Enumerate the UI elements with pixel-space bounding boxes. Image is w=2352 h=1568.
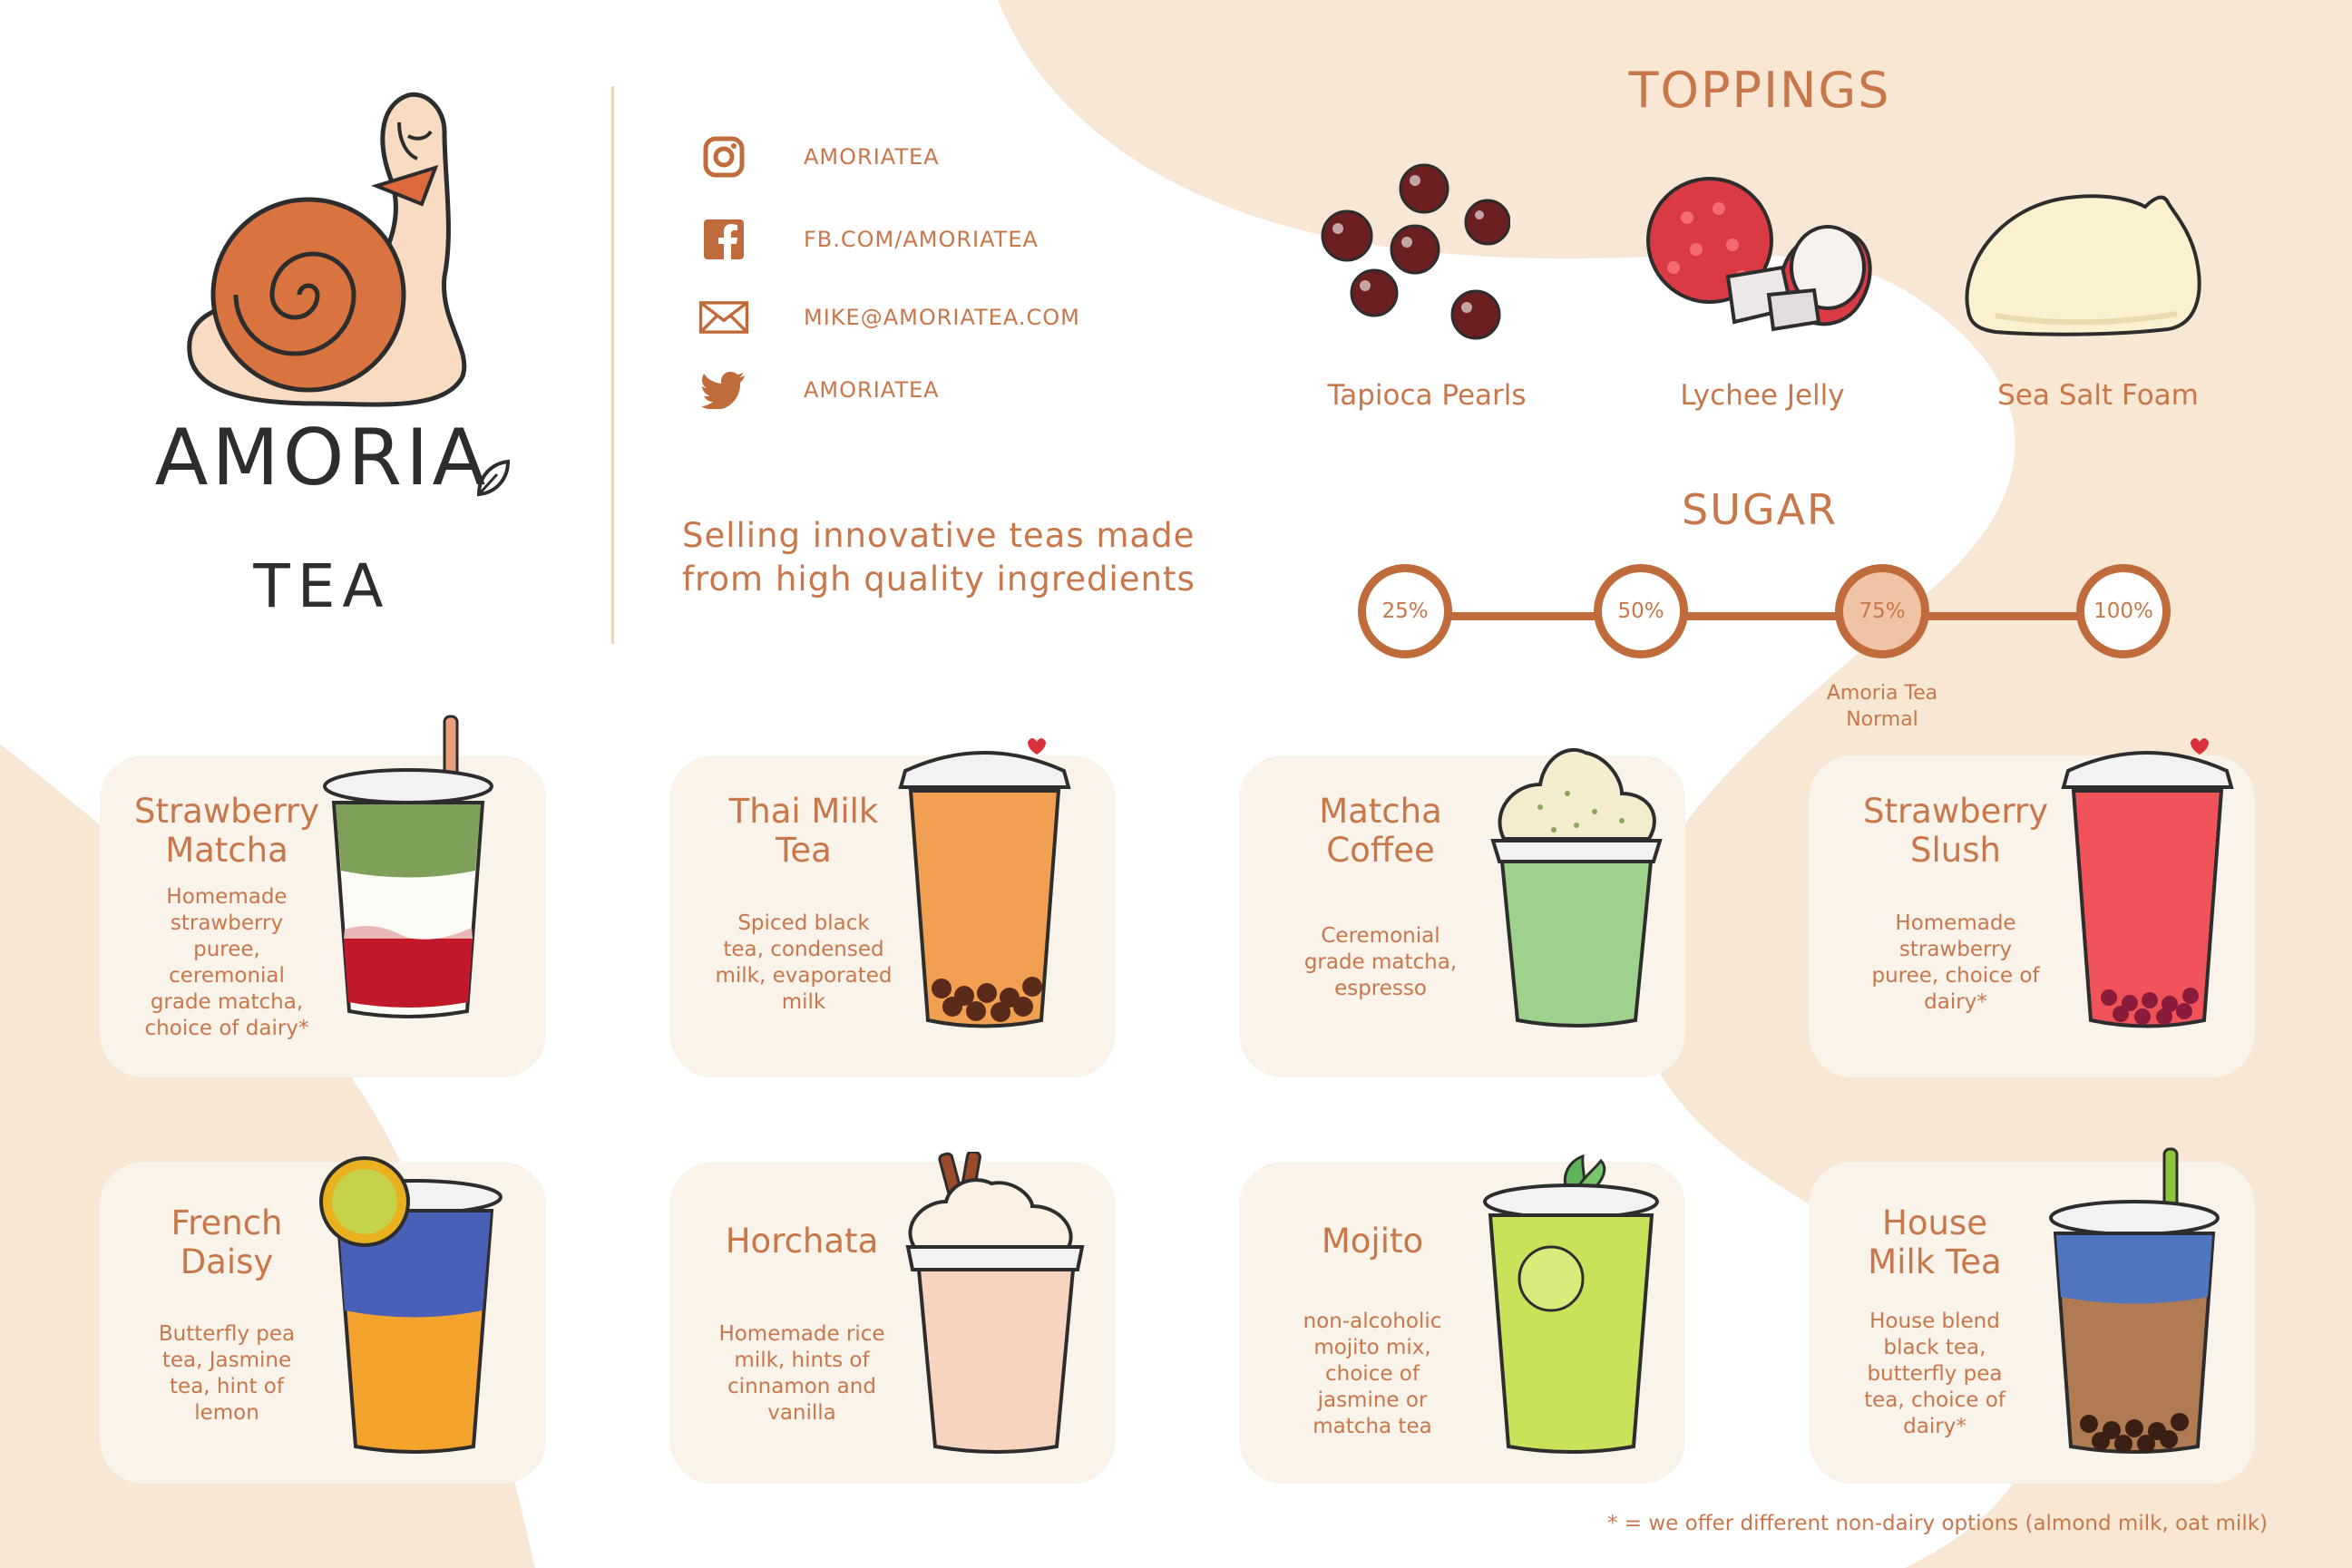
drink-title: Strawberry Matcha bbox=[133, 792, 320, 870]
instagram-handle[interactable]: AMORIATEA bbox=[804, 144, 940, 170]
sugar-level-75[interactable]: 75% bbox=[1835, 564, 1929, 658]
contact-email[interactable]: MIKE@AMORIATEA.COM bbox=[698, 290, 1080, 345]
drink-title: Thai Milk Tea bbox=[728, 792, 879, 870]
sugar-level-50[interactable]: 50% bbox=[1594, 564, 1688, 658]
envelope-icon bbox=[698, 292, 749, 343]
drink-title: Mojito bbox=[1321, 1222, 1424, 1261]
snail-logo bbox=[187, 92, 467, 407]
drink-description: Spiced black tea, condensed milk, evaporat… bbox=[715, 911, 893, 1014]
contact-twitter[interactable]: AMORIATEA bbox=[698, 363, 940, 417]
strawberry-slush-cup-icon bbox=[2061, 738, 2234, 1028]
drink-description: non-alcoholic mojito mix, choice of jasmine… bbox=[1303, 1310, 1442, 1438]
twitter-icon bbox=[698, 365, 749, 415]
sugar-track bbox=[1401, 612, 2127, 620]
strawberry-matcha-cup-icon bbox=[323, 715, 493, 1018]
brand-name: AMORIA bbox=[154, 413, 490, 503]
sugar-heading: SUGAR bbox=[1682, 485, 1838, 534]
vertical-divider bbox=[611, 86, 614, 644]
mojito-cup-icon bbox=[1483, 1154, 1659, 1454]
tapioca-pearls-icon bbox=[1321, 163, 1510, 340]
sea-salt-foam-icon bbox=[1965, 194, 2201, 336]
footnote: * = we offer different non-dairy options… bbox=[1606, 1512, 2268, 1535]
contact-instagram[interactable]: AMORIATEA bbox=[698, 130, 940, 184]
house-milk-tea-cup-icon bbox=[2049, 1147, 2220, 1454]
brand-subtitle: TEA bbox=[253, 551, 391, 621]
matcha-coffee-cup-icon bbox=[1490, 747, 1663, 1027]
horchata-cup-icon bbox=[905, 1152, 1085, 1454]
twitter-handle[interactable]: AMORIATEA bbox=[804, 377, 940, 403]
toppings-heading: TOPPINGS bbox=[1628, 62, 1891, 119]
tagline: Selling innovative teas made from high q… bbox=[682, 516, 1196, 599]
facebook-url[interactable]: FB.COM/AMORIATEA bbox=[804, 227, 1039, 252]
drink-title: Strawberry Slush bbox=[1862, 792, 2049, 870]
drink-description: Homemade strawberry puree, choice of dairy* bbox=[1871, 911, 2040, 1014]
drink-description: House blend black tea, butterfly pea tea, c… bbox=[1864, 1310, 2006, 1438]
instagram-icon bbox=[698, 131, 749, 182]
drink-title: House Milk Tea bbox=[1868, 1203, 2002, 1281]
drink-title: Horchata bbox=[725, 1222, 879, 1261]
drink-title: Matcha Coffee bbox=[1319, 792, 1442, 870]
thai-milk-tea-cup-icon bbox=[898, 738, 1071, 1028]
topping-label-foam: Sea Salt Foam bbox=[1997, 379, 2199, 412]
drink-description: Ceremonial grade matcha, espresso bbox=[1303, 924, 1458, 1000]
drink-description: Homemade rice milk, hints of cinnamon and v… bbox=[718, 1322, 885, 1425]
french-daisy-cup-icon bbox=[319, 1156, 503, 1454]
email-address[interactable]: MIKE@AMORIATEA.COM bbox=[804, 305, 1080, 330]
drink-description: Butterfly pea tea, Jasmine tea, hint of lem… bbox=[158, 1322, 296, 1425]
contact-facebook[interactable]: FB.COM/AMORIATEA bbox=[698, 212, 1039, 267]
sugar-level-25[interactable]: 25% bbox=[1358, 564, 1452, 658]
sugar-note: Amoria Tea Normal bbox=[1826, 682, 1938, 731]
sugar-level-100[interactable]: 100% bbox=[2076, 564, 2171, 658]
drink-title: French Daisy bbox=[171, 1203, 283, 1281]
facebook-icon bbox=[698, 214, 749, 265]
leaf-icon bbox=[476, 459, 511, 497]
topping-label-lychee: Lychee Jelly bbox=[1680, 379, 1845, 412]
lychee-jelly-icon bbox=[1646, 177, 1872, 332]
topping-label-tapioca: Tapioca Pearls bbox=[1327, 379, 1527, 412]
drink-description: Homemade strawberry puree, ceremonial grade … bbox=[144, 885, 309, 1040]
